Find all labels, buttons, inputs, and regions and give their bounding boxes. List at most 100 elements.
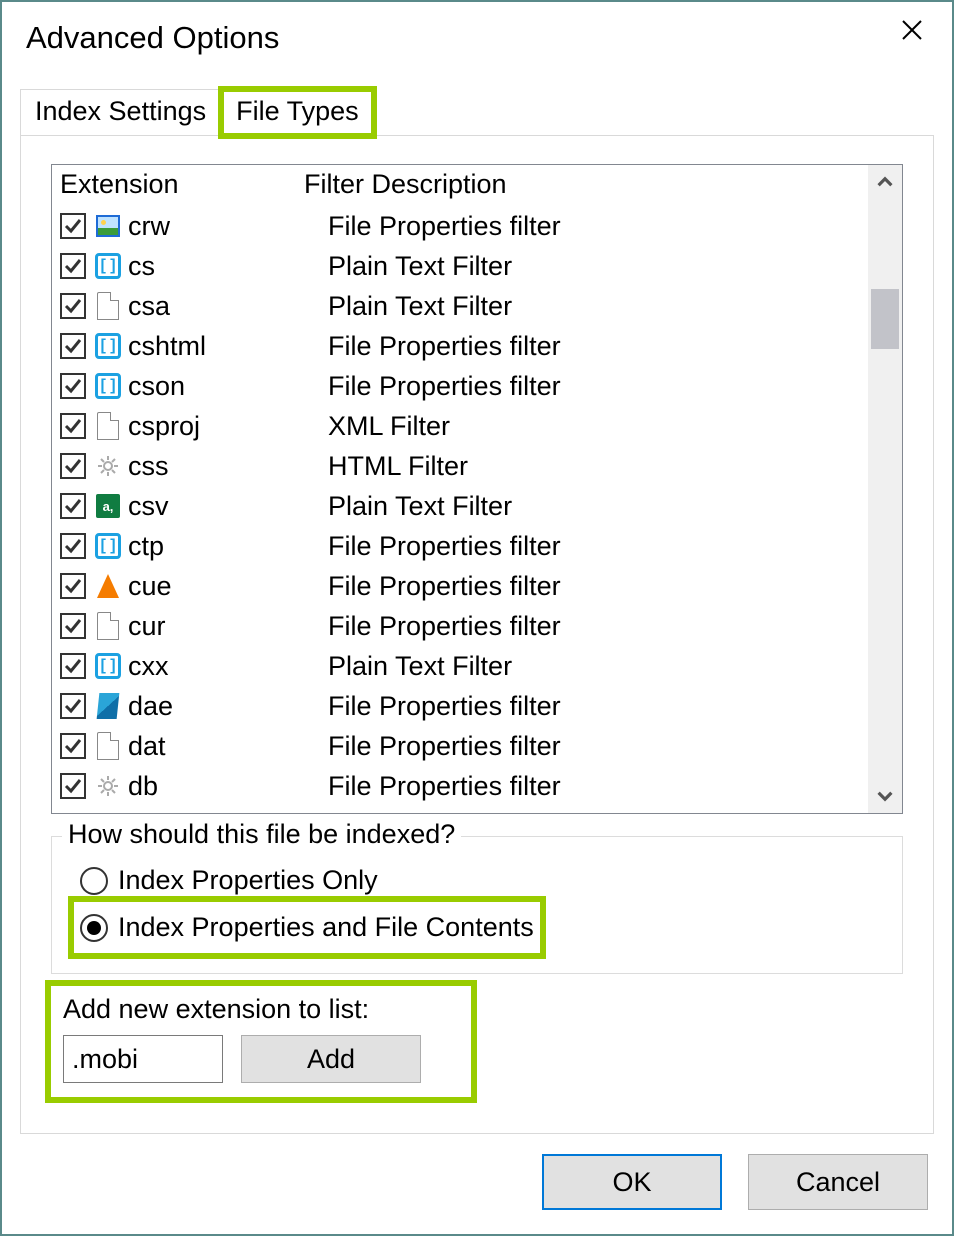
window-title: Advanced Options	[26, 20, 279, 56]
scroll-up-button[interactable]	[868, 165, 902, 199]
list-item[interactable]: [ ]csPlain Text Filter	[52, 246, 868, 286]
scroll-thumb[interactable]	[871, 289, 899, 349]
list-item[interactable]: [ ]ctpFile Properties filter	[52, 526, 868, 566]
list-item[interactable]: curFile Properties filter	[52, 606, 868, 646]
scroll-track[interactable]	[868, 199, 902, 779]
checkmark-icon	[64, 657, 82, 675]
filter-description: File Properties filter	[328, 731, 868, 762]
checkbox[interactable]	[60, 373, 86, 399]
file-page-icon	[94, 732, 122, 760]
list-item[interactable]: [ ]cxxPlain Text Filter	[52, 646, 868, 686]
extension-name: css	[128, 451, 328, 482]
checkbox[interactable]	[60, 413, 86, 439]
model-file-icon	[94, 692, 122, 720]
filter-description: File Properties filter	[328, 611, 868, 642]
list-item[interactable]: datFile Properties filter	[52, 726, 868, 766]
checkmark-icon	[64, 457, 82, 475]
file-types-list: Extension Filter Description crwFile Pro…	[51, 164, 903, 814]
extension-name: cxx	[128, 651, 328, 682]
checkbox[interactable]	[60, 613, 86, 639]
list-item[interactable]: a,csvPlain Text Filter	[52, 486, 868, 526]
filter-description: Plain Text Filter	[328, 291, 868, 322]
add-button[interactable]: Add	[241, 1035, 421, 1083]
checkmark-icon	[64, 257, 82, 275]
filter-description: HTML Filter	[328, 451, 868, 482]
file-page-icon	[94, 612, 122, 640]
extension-name: dae	[128, 691, 328, 722]
code-bracket-icon: [ ]	[94, 532, 122, 560]
list-item[interactable]: cueFile Properties filter	[52, 566, 868, 606]
extension-name: cshtml	[128, 331, 328, 362]
new-extension-input[interactable]	[63, 1035, 223, 1083]
column-header-filter[interactable]: Filter Description	[304, 169, 868, 200]
scroll-down-button[interactable]	[868, 779, 902, 813]
list-item[interactable]: csaPlain Text Filter	[52, 286, 868, 326]
checkmark-icon	[64, 377, 82, 395]
add-extension-label: Add new extension to list:	[63, 994, 461, 1025]
dialog-content: Index Settings File Types Extension Filt…	[2, 68, 952, 1134]
checkbox[interactable]	[60, 293, 86, 319]
checkbox[interactable]	[60, 533, 86, 559]
filter-description: XML Filter	[328, 411, 868, 442]
tab-file-types[interactable]: File Types	[221, 89, 374, 136]
code-bracket-icon: [ ]	[94, 652, 122, 680]
radio-properties-only[interactable]: Index Properties Only	[76, 857, 382, 904]
extension-name: cson	[128, 371, 328, 402]
radio-properties-and-contents[interactable]: Index Properties and File Contents	[76, 904, 538, 951]
excel-file-icon: a,	[94, 492, 122, 520]
list-item[interactable]: [ ]cshtmlFile Properties filter	[52, 326, 868, 366]
list-header: Extension Filter Description	[52, 165, 868, 206]
filter-description: File Properties filter	[328, 771, 868, 802]
scrollbar[interactable]	[868, 165, 902, 813]
file-page-icon	[94, 412, 122, 440]
tab-index-settings[interactable]: Index Settings	[20, 89, 221, 136]
add-extension-section: Add new extension to list: Add	[51, 986, 471, 1097]
radio-icon	[80, 914, 108, 942]
list-item[interactable]: daeFile Properties filter	[52, 686, 868, 726]
ok-button[interactable]: OK	[542, 1154, 722, 1210]
extension-name: csv	[128, 491, 328, 522]
code-bracket-icon: [ ]	[94, 332, 122, 360]
close-icon	[900, 18, 924, 42]
column-header-extension[interactable]: Extension	[60, 169, 304, 200]
chevron-up-icon	[877, 174, 893, 190]
list-item[interactable]: dbFile Properties filter	[52, 766, 868, 806]
checkmark-icon	[64, 737, 82, 755]
checkmark-icon	[64, 417, 82, 435]
checkbox[interactable]	[60, 213, 86, 239]
checkbox[interactable]	[60, 573, 86, 599]
list-item[interactable]: cssHTML Filter	[52, 446, 868, 486]
checkbox[interactable]	[60, 453, 86, 479]
vlc-cone-icon	[94, 572, 122, 600]
checkbox[interactable]	[60, 333, 86, 359]
close-button[interactable]	[892, 18, 932, 58]
checkbox[interactable]	[60, 493, 86, 519]
filter-description: File Properties filter	[328, 211, 868, 242]
checkmark-icon	[64, 497, 82, 515]
checkbox[interactable]	[60, 653, 86, 679]
group-legend: How should this file be indexed?	[62, 819, 461, 850]
code-bracket-icon: [ ]	[94, 252, 122, 280]
list-item[interactable]: csprojXML Filter	[52, 406, 868, 446]
checkmark-icon	[64, 777, 82, 795]
advanced-options-dialog: Advanced Options Index Settings File Typ…	[0, 0, 954, 1236]
checkbox[interactable]	[60, 773, 86, 799]
filter-description: Plain Text Filter	[328, 651, 868, 682]
list-item[interactable]: [ ]csonFile Properties filter	[52, 366, 868, 406]
radio-label: Index Properties and File Contents	[118, 912, 534, 943]
cancel-button[interactable]: Cancel	[748, 1154, 928, 1210]
checkbox[interactable]	[60, 733, 86, 759]
extension-name: csproj	[128, 411, 328, 442]
checkmark-icon	[64, 337, 82, 355]
filter-description: File Properties filter	[328, 331, 868, 362]
extension-name: cue	[128, 571, 328, 602]
checkbox[interactable]	[60, 693, 86, 719]
checkmark-icon	[64, 537, 82, 555]
image-file-icon	[94, 212, 122, 240]
filter-description: Plain Text Filter	[328, 491, 868, 522]
code-bracket-icon: [ ]	[94, 372, 122, 400]
extension-name: crw	[128, 211, 328, 242]
checkbox[interactable]	[60, 253, 86, 279]
checkmark-icon	[64, 577, 82, 595]
list-item[interactable]: crwFile Properties filter	[52, 206, 868, 246]
